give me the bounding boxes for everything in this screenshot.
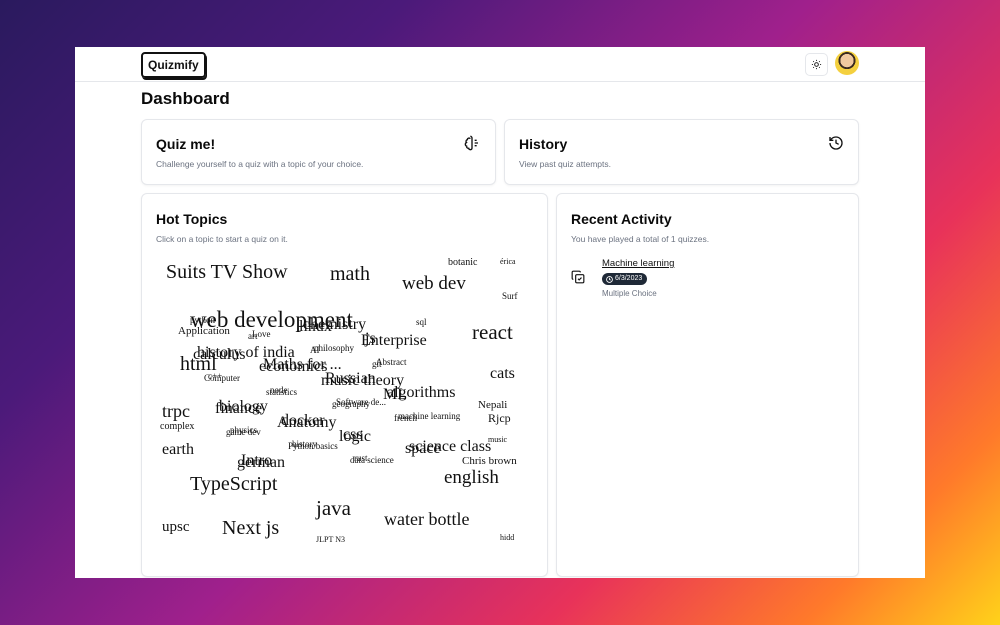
activity-quiz-type: Multiple Choice	[602, 289, 657, 298]
activity-date-badge: 6/3/2023	[602, 273, 648, 285]
topic-word[interactable]: Nepali	[478, 400, 507, 411]
topic-word[interactable]: ML	[383, 387, 407, 403]
topic-word[interactable]: java	[316, 498, 351, 519]
topic-word[interactable]: space	[405, 441, 441, 457]
topic-word[interactable]: cats	[490, 366, 515, 382]
topic-word[interactable]: finance	[215, 401, 262, 417]
topic-word[interactable]: sql	[416, 318, 427, 327]
topic-word[interactable]: JLPT N3	[316, 536, 345, 544]
topic-word[interactable]: AI	[310, 346, 320, 355]
avatar[interactable]	[835, 51, 859, 75]
topic-word[interactable]: botanic	[448, 258, 477, 268]
topic-word[interactable]: calculus	[193, 347, 245, 363]
history-card[interactable]: History View past quiz attempts.	[504, 119, 859, 185]
brain-icon	[464, 135, 478, 151]
topic-word[interactable]: Next js	[222, 518, 279, 538]
hot-topics-card: Hot Topics Click on a topic to start a q…	[141, 193, 548, 577]
history-icon	[829, 136, 843, 150]
topic-word[interactable]: python	[190, 316, 215, 325]
topic-word[interactable]: Application	[178, 326, 230, 337]
quiz-card-title: Quiz me!	[156, 136, 216, 152]
activity-topic-link[interactable]: Machine learning	[602, 258, 674, 269]
topic-word[interactable]: react	[472, 322, 513, 343]
recent-activity-card: Recent Activity You have played a total …	[556, 193, 859, 577]
topic-word[interactable]: Python basics	[288, 442, 338, 451]
topic-word[interactable]: statistics	[266, 388, 297, 397]
copy-check-icon	[571, 270, 585, 284]
topic-word[interactable]: linux	[299, 319, 332, 335]
topic-word[interactable]: Surf	[502, 292, 518, 301]
theme-toggle-button[interactable]	[805, 53, 828, 76]
hot-topics-title: Hot Topics	[156, 211, 228, 227]
recent-activity-title: Recent Activity	[571, 211, 672, 227]
page-title: Dashboard	[141, 89, 230, 108]
clock-icon	[606, 275, 613, 283]
quiz-card-description: Challenge yourself to a quiz with a topi…	[156, 159, 364, 169]
topic-word[interactable]: philosophy	[314, 344, 354, 353]
topic-word[interactable]: Suits TV Show	[166, 262, 288, 282]
topic-word[interactable]: upsc	[162, 520, 190, 535]
topic-word[interactable]: Anatomy	[277, 415, 337, 431]
topic-word[interactable]: git	[372, 360, 382, 369]
topic-word[interactable]: hidd	[500, 534, 514, 542]
topic-word[interactable]: Rjcp	[488, 412, 511, 424]
topic-word[interactable]: web dev	[402, 274, 466, 293]
recent-activity-description: You have played a total of 1 quizzes.	[571, 234, 710, 244]
topic-word[interactable]: Enterprise	[361, 333, 427, 349]
app-window: Quizmify Dashboard Quiz me! Challenge yo…	[75, 47, 925, 578]
hot-topics-description: Click on a topic to start a quiz on it.	[156, 234, 288, 244]
topic-word[interactable]: earth	[162, 442, 194, 458]
sun-icon	[811, 59, 822, 70]
topic-word[interactable]: english	[444, 468, 499, 487]
topic-word[interactable]: data science	[350, 456, 394, 465]
topic-word[interactable]: german	[237, 455, 285, 471]
topic-word[interactable]: complex	[160, 422, 194, 432]
activity-item[interactable]: Machine learning 6/3/2023 Multiple Choic…	[571, 256, 831, 306]
topic-word[interactable]: art	[248, 332, 258, 341]
topic-word[interactable]: french	[394, 414, 417, 423]
topic-word[interactable]: game dev	[226, 428, 261, 437]
logo[interactable]: Quizmify	[141, 52, 206, 78]
topic-word[interactable]: geography	[332, 400, 370, 409]
topic-word[interactable]: Chris brown	[462, 456, 517, 467]
word-cloud: Suits TV Show math botanic érica web dev Surf…	[150, 254, 540, 574]
topic-word[interactable]: trpc	[162, 402, 190, 420]
history-card-title: History	[519, 136, 568, 152]
top-navbar: Quizmify	[75, 47, 925, 82]
topic-word[interactable]: Computer	[204, 374, 240, 383]
topic-word[interactable]: economics	[259, 359, 327, 375]
topic-word[interactable]: math	[330, 264, 370, 284]
topic-word[interactable]: water bottle	[384, 510, 469, 528]
activity-date: 6/3/2023	[615, 275, 643, 282]
topic-word[interactable]: logic	[339, 429, 371, 445]
topic-word[interactable]: érica	[500, 258, 516, 266]
quiz-me-card[interactable]: Quiz me! Challenge yourself to a quiz wi…	[141, 119, 496, 185]
history-card-description: View past quiz attempts.	[519, 159, 611, 169]
topic-word[interactable]: TypeScript	[190, 474, 277, 494]
